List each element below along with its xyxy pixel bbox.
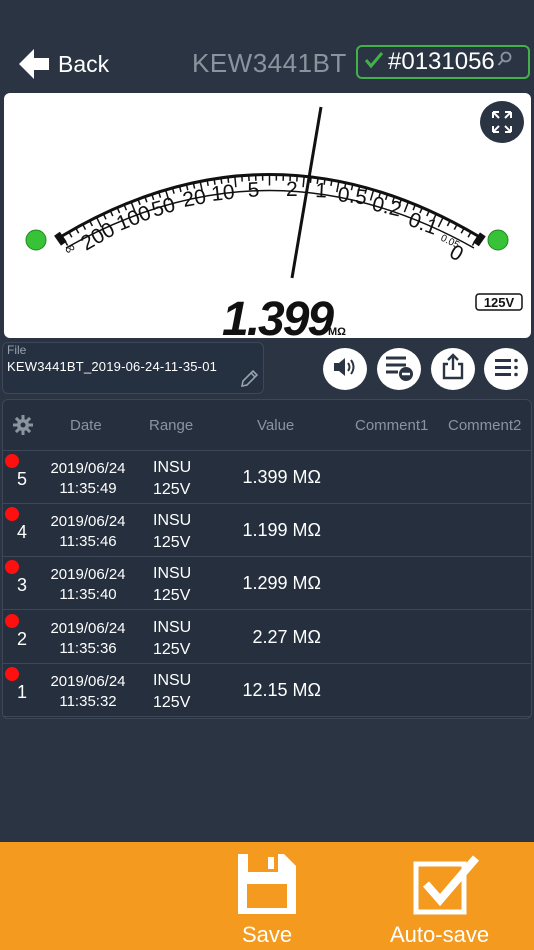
record-datetime: 2019/06/24 11:35:46 <box>50 513 126 550</box>
range-badge: 125V <box>484 295 515 310</box>
scale-label: 2 <box>286 178 298 201</box>
table-row[interactable]: 3 2019/06/24 11:35:40 INSU 125V 1.299 MΩ <box>3 557 531 610</box>
digital-reading: 1.399 <box>222 293 334 338</box>
menu-button[interactable] <box>484 348 528 390</box>
record-value: 1.199 MΩ <box>242 520 322 540</box>
record-value: 1.299 MΩ <box>242 573 322 593</box>
record-range: INSU 125V <box>153 672 192 711</box>
auto-save-button[interactable]: Auto-save <box>388 842 508 950</box>
record-number: 1 <box>17 682 28 702</box>
col-header-comment1: Comment1 <box>355 417 429 434</box>
scale-tick <box>403 201 410 213</box>
meter-face: ∞ 200 100 50 20 10 5 2 1 0.5 0.2 0.1 0.0… <box>25 106 523 338</box>
list-remove-icon <box>382 351 416 388</box>
table-row[interactable]: 4 2019/06/24 11:35:46 INSU 125V 1.199 MΩ <box>3 504 531 557</box>
speaker-icon <box>331 355 359 384</box>
expand-button[interactable] <box>480 101 524 143</box>
record-number: 2 <box>17 629 28 649</box>
scale-tick <box>330 179 333 187</box>
file-name: KEW3441BT_2019-06-24-11-35-01 <box>7 359 218 374</box>
table-row[interactable]: 5 2019/06/24 11:35:49 INSU 125V 1.399 MΩ <box>3 451 531 504</box>
record-datetime: 2019/06/24 11:35:49 <box>50 460 126 497</box>
check-icon <box>364 51 384 74</box>
analog-meter: ∞ 200 100 50 20 10 5 2 1 0.5 0.2 0.1 0.0… <box>4 93 531 338</box>
gear-icon[interactable] <box>13 415 33 440</box>
search-icon <box>497 51 513 74</box>
col-header-value: Value <box>257 417 295 434</box>
col-header-range: Range <box>149 417 194 434</box>
expand-icon <box>480 111 524 147</box>
record-marker <box>5 667 19 681</box>
record-datetime: 2019/06/24 11:35:36 <box>50 620 126 657</box>
record-marker <box>5 454 19 468</box>
save-button[interactable]: Save <box>226 842 310 950</box>
record-range: INSU 125V <box>153 459 192 498</box>
auto-save-label: Auto-save <box>390 922 490 947</box>
col-header-comment2: Comment2 <box>448 417 522 434</box>
left-indicator-lamp <box>25 229 47 251</box>
scale-label: 5 <box>247 178 260 202</box>
record-datetime: 2019/06/24 11:35:40 <box>50 566 126 603</box>
file-name-box[interactable]: File KEW3441BT_2019-06-24-11-35-01 <box>2 342 264 394</box>
record-range: INSU 125V <box>153 619 192 658</box>
record-number: 5 <box>17 469 28 489</box>
device-serial-badge[interactable]: #0131056 <box>356 45 530 79</box>
scale-tick <box>309 176 312 183</box>
share-icon <box>440 352 466 386</box>
record-range: INSU 125V <box>153 512 192 551</box>
right-indicator-lamp <box>487 229 509 251</box>
delete-record-button[interactable] <box>377 348 421 390</box>
record-value: 2.27 MΩ <box>252 627 321 647</box>
back-label: Back <box>58 50 110 77</box>
table-header: Date Range Value Comment1 Comment2 <box>3 400 531 451</box>
record-number: 3 <box>17 575 28 595</box>
serial-number: #0131056 <box>388 48 495 75</box>
records-table: Date Range Value Comment1 Comment2 5 201… <box>2 399 532 719</box>
save-label: Save <box>242 922 293 947</box>
col-header-date: Date <box>70 417 102 434</box>
pencil-icon[interactable] <box>239 369 259 394</box>
record-number: 4 <box>17 522 28 542</box>
menu-icon <box>492 355 520 384</box>
scale-tick <box>302 176 305 188</box>
bottom-action-bar: Save Auto-save <box>0 842 534 950</box>
record-marker <box>5 614 19 628</box>
checkbox-icon <box>412 852 482 921</box>
back-button[interactable]: Back <box>14 44 109 84</box>
record-value: 1.399 MΩ <box>242 467 322 487</box>
record-marker <box>5 507 19 521</box>
device-model: KEW3441BT <box>192 48 347 78</box>
scale-label: 10 <box>210 181 236 206</box>
record-marker <box>5 560 19 574</box>
scale-label: 0.5 <box>336 183 368 209</box>
record-range: INSU 125V <box>153 565 192 604</box>
scale-label: 50 <box>149 193 178 222</box>
scale-tick <box>234 176 237 188</box>
sound-button[interactable] <box>323 348 367 390</box>
table-row[interactable]: 1 2019/06/24 11:35:32 INSU 125V 12.15 MΩ <box>3 664 531 717</box>
save-icon <box>234 850 300 923</box>
share-button[interactable] <box>431 348 475 390</box>
record-value: 12.15 MΩ <box>242 680 322 700</box>
top-bar: Back KEW3441BT #0131056 <box>0 0 534 92</box>
scale-label: 1 <box>315 179 328 203</box>
scale-label: 20 <box>181 185 208 212</box>
file-label: File <box>7 343 27 357</box>
back-arrow-icon <box>14 46 52 82</box>
table-row[interactable]: 2 2019/06/24 11:35:36 INSU 125V 2.27 MΩ <box>3 611 531 664</box>
reading-unit: MΩ <box>328 326 346 338</box>
record-datetime: 2019/06/24 11:35:32 <box>50 673 126 710</box>
